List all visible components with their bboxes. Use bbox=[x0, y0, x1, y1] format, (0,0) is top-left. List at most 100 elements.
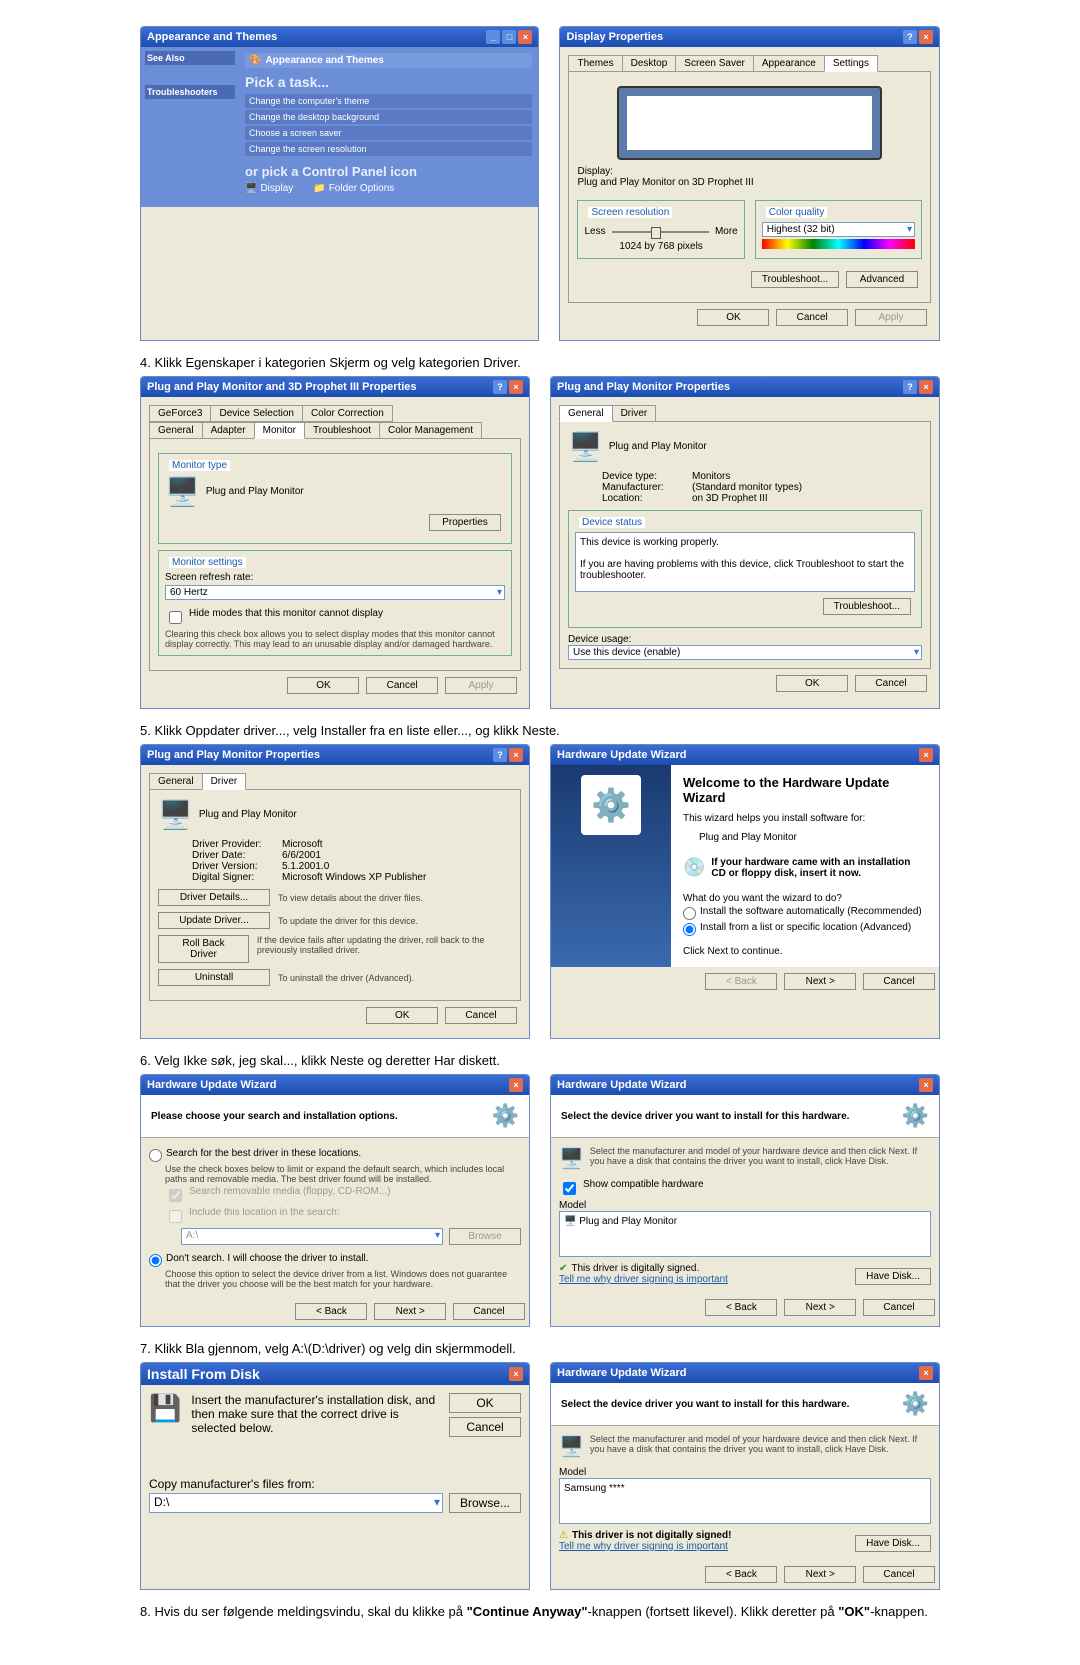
close-icon[interactable]: × bbox=[919, 1078, 933, 1092]
digital-signer-label: Digital Signer: bbox=[192, 872, 282, 883]
wizard-desc: Select the manufacturer and model of you… bbox=[590, 1434, 931, 1459]
close-icon[interactable]: × bbox=[919, 30, 933, 44]
manufacturer-value: (Standard monitor types) bbox=[692, 482, 802, 493]
cancel-button[interactable]: Cancel bbox=[863, 1299, 935, 1316]
minimize-icon[interactable]: _ bbox=[486, 30, 500, 44]
tab-color-correction[interactable]: Color Correction bbox=[302, 405, 393, 422]
uninstall-button[interactable]: Uninstall bbox=[158, 969, 270, 986]
cancel-button[interactable]: Cancel bbox=[776, 309, 848, 326]
monitor-icon: 🖥️ bbox=[568, 431, 603, 462]
back-button[interactable]: < Back bbox=[705, 1566, 777, 1583]
task-link[interactable]: Choose a screen saver bbox=[245, 126, 532, 140]
close-icon[interactable]: × bbox=[919, 748, 933, 762]
apply-button[interactable]: Apply bbox=[855, 309, 927, 326]
back-button[interactable]: < Back bbox=[295, 1303, 367, 1320]
model-list[interactable]: Samsung **** bbox=[559, 1478, 931, 1524]
cancel-button[interactable]: Cancel bbox=[366, 677, 438, 694]
model-list[interactable]: 🖥️ Plug and Play Monitor bbox=[559, 1211, 931, 1257]
troubleshoot-button[interactable]: Troubleshoot... bbox=[823, 598, 911, 615]
task-link[interactable]: Change the screen resolution bbox=[245, 142, 532, 156]
option-dont-search[interactable]: Don't search. I will choose the driver t… bbox=[149, 1253, 521, 1267]
ok-button[interactable]: OK bbox=[776, 675, 848, 692]
next-button[interactable]: Next > bbox=[784, 973, 856, 990]
close-icon[interactable]: × bbox=[919, 1366, 933, 1380]
tab-general[interactable]: General bbox=[559, 405, 613, 422]
task-link[interactable]: Change the desktop background bbox=[245, 110, 532, 124]
cancel-button[interactable]: Cancel bbox=[863, 973, 935, 990]
next-button[interactable]: Next > bbox=[784, 1299, 856, 1316]
apply-button[interactable]: Apply bbox=[445, 677, 517, 694]
tab-general[interactable]: General bbox=[149, 422, 203, 439]
have-disk-button[interactable]: Have Disk... bbox=[855, 1268, 931, 1285]
color-quality-dropdown[interactable]: Highest (32 bit) bbox=[762, 222, 915, 237]
resolution-slider[interactable]: Less More bbox=[584, 226, 737, 237]
tab-geforce[interactable]: GeForce3 bbox=[149, 405, 211, 422]
refresh-dropdown[interactable]: 60 Hertz bbox=[165, 585, 505, 600]
help-icon[interactable]: ? bbox=[903, 30, 917, 44]
cp-icon-folder-options[interactable]: 📁Folder Options bbox=[313, 183, 394, 194]
monitor-icon: 🖥️ bbox=[559, 1146, 584, 1171]
cancel-button[interactable]: Cancel bbox=[449, 1417, 521, 1437]
tab-desktop[interactable]: Desktop bbox=[622, 55, 677, 72]
cancel-button[interactable]: Cancel bbox=[445, 1007, 517, 1024]
tab-settings[interactable]: Settings bbox=[824, 55, 878, 72]
next-button[interactable]: Next > bbox=[784, 1566, 856, 1583]
signing-link[interactable]: Tell me why driver signing is important bbox=[559, 1541, 728, 1552]
close-icon[interactable]: × bbox=[509, 1367, 523, 1381]
properties-button[interactable]: Properties bbox=[429, 514, 501, 531]
gear-icon: ⚙️ bbox=[902, 1391, 929, 1417]
back-button[interactable]: < Back bbox=[705, 973, 777, 990]
device-usage-dropdown[interactable]: Use this device (enable) bbox=[568, 645, 922, 660]
tab-monitor[interactable]: Monitor bbox=[254, 422, 305, 439]
help-icon[interactable]: ? bbox=[903, 380, 917, 394]
cp-icon-display[interactable]: 🖥️Display bbox=[245, 183, 293, 194]
option-list[interactable]: Install from a list or specific location… bbox=[683, 922, 927, 936]
browse-button[interactable]: Browse... bbox=[449, 1493, 521, 1513]
close-icon[interactable]: × bbox=[509, 748, 523, 762]
tab-adapter[interactable]: Adapter bbox=[202, 422, 255, 439]
window-title: Appearance and Themes bbox=[147, 31, 277, 43]
tab-bar: Themes Desktop Screen Saver Appearance S… bbox=[568, 55, 931, 72]
driver-details-button[interactable]: Driver Details... bbox=[158, 889, 270, 906]
cancel-button[interactable]: Cancel bbox=[855, 675, 927, 692]
signing-link[interactable]: Tell me why driver signing is important bbox=[559, 1274, 728, 1285]
back-button[interactable]: < Back bbox=[705, 1299, 777, 1316]
ok-button[interactable]: OK bbox=[287, 677, 359, 694]
close-icon[interactable]: × bbox=[518, 30, 532, 44]
help-icon[interactable]: ? bbox=[493, 380, 507, 394]
tab-themes[interactable]: Themes bbox=[568, 55, 622, 72]
tab-screensaver[interactable]: Screen Saver bbox=[675, 55, 754, 72]
cancel-button[interactable]: Cancel bbox=[453, 1303, 525, 1320]
tab-driver[interactable]: Driver bbox=[202, 773, 247, 790]
tab-troubleshoot[interactable]: Troubleshoot bbox=[304, 422, 380, 439]
close-icon[interactable]: × bbox=[509, 1078, 523, 1092]
update-driver-button[interactable]: Update Driver... bbox=[158, 912, 270, 929]
option-search[interactable]: Search for the best driver in these loca… bbox=[149, 1148, 521, 1162]
next-button[interactable]: Next > bbox=[374, 1303, 446, 1320]
hide-modes-checkbox[interactable]: Hide modes that this monitor cannot disp… bbox=[165, 608, 505, 627]
tab-color-mgmt[interactable]: Color Management bbox=[379, 422, 482, 439]
tab-device-selection[interactable]: Device Selection bbox=[210, 405, 302, 422]
help-icon[interactable]: ? bbox=[493, 748, 507, 762]
show-compatible-checkbox[interactable]: Show compatible hardware bbox=[559, 1179, 931, 1198]
close-icon[interactable]: × bbox=[919, 380, 933, 394]
advanced-button[interactable]: Advanced bbox=[846, 271, 918, 288]
task-link[interactable]: Change the computer's theme bbox=[245, 94, 532, 108]
close-icon[interactable]: × bbox=[509, 380, 523, 394]
tab-driver[interactable]: Driver bbox=[612, 405, 657, 422]
rollback-button[interactable]: Roll Back Driver bbox=[158, 935, 249, 963]
cancel-button[interactable]: Cancel bbox=[863, 1566, 935, 1583]
ok-button[interactable]: OK bbox=[449, 1393, 521, 1413]
troubleshoot-button[interactable]: Troubleshoot... bbox=[751, 271, 839, 288]
tab-general[interactable]: General bbox=[149, 773, 203, 790]
ok-button[interactable]: OK bbox=[697, 309, 769, 326]
have-disk-button[interactable]: Have Disk... bbox=[855, 1535, 931, 1552]
ok-button[interactable]: OK bbox=[366, 1007, 438, 1024]
wizard-question: What do you want the wizard to do? bbox=[683, 893, 927, 904]
manufacturer-label: Manufacturer: bbox=[602, 482, 692, 493]
tab-appearance[interactable]: Appearance bbox=[753, 55, 825, 72]
option-auto[interactable]: Install the software automatically (Reco… bbox=[683, 906, 927, 920]
maximize-icon[interactable]: □ bbox=[502, 30, 516, 44]
driver-version-value: 5.1.2001.0 bbox=[282, 861, 329, 872]
path-dropdown[interactable]: D:\ bbox=[149, 1493, 443, 1513]
